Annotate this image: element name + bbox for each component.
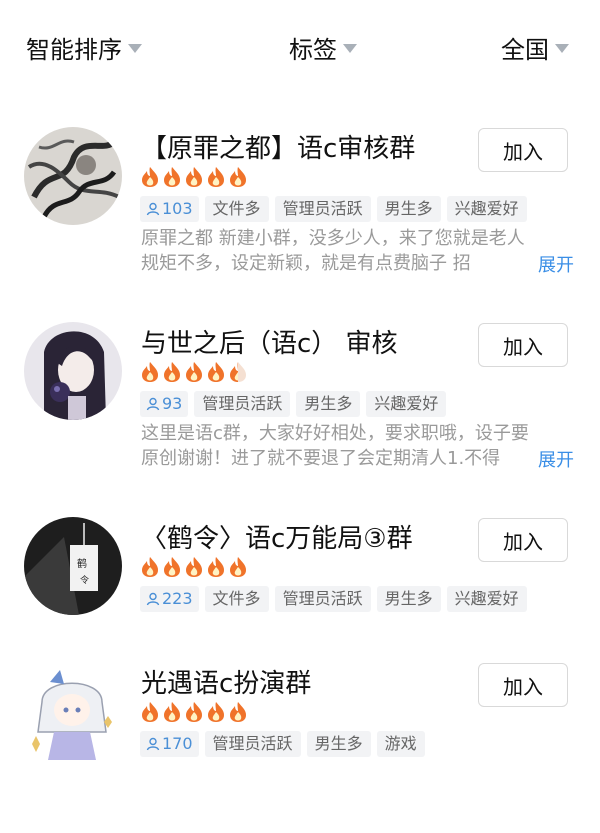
- svg-text:令: 令: [80, 574, 89, 586]
- group-description: 原罪之都 新建小群，没多少人，来了您就是老人 规矩不多，设定新颖，就是有点费脑子…: [141, 228, 525, 274]
- chevron-down-icon: [343, 44, 357, 53]
- svg-text:鹤: 鹤: [77, 557, 87, 570]
- avatar[interactable]: [24, 127, 122, 225]
- tag-list: 170 管理员活跃 男生多 游戏: [140, 731, 425, 757]
- flame-icon: [230, 167, 246, 187]
- flame-icon: [142, 557, 158, 577]
- flame-icon: [230, 362, 246, 382]
- filter-bar: 智能排序 标签 全国: [0, 30, 600, 70]
- flame-icon: [142, 702, 158, 722]
- expand-link[interactable]: 展开: [514, 251, 574, 277]
- sort-filter[interactable]: 智能排序: [26, 30, 142, 65]
- tag: 文件多: [204, 586, 269, 612]
- flame-icon: [208, 167, 224, 187]
- member-count: 103: [140, 196, 199, 222]
- join-button[interactable]: 加入: [478, 128, 568, 172]
- sort-filter-label: 智能排序: [26, 36, 122, 64]
- flame-icon: [230, 557, 246, 577]
- heat-rating: [140, 701, 248, 723]
- tag: 管理员活跃: [274, 196, 371, 222]
- tag: 男生多: [306, 731, 371, 757]
- flame-icon: [142, 362, 158, 382]
- group-name: 【原罪之都】语c审核群: [141, 134, 416, 164]
- person-icon: [146, 397, 160, 411]
- tag-list: 103 文件多 管理员活跃 男生多 兴趣爱好: [140, 196, 527, 222]
- flame-icon: [164, 362, 180, 382]
- region-filter-label: 全国: [501, 36, 549, 64]
- tag: 文件多: [204, 196, 269, 222]
- member-count: 223: [140, 586, 199, 612]
- group-name: 与世之后（语c） 审核: [141, 329, 398, 359]
- group-description: 这里是语c群，大家好好相处，要求职哦，设子要 原创谢谢！进了就不要退了会定期清人…: [141, 423, 529, 469]
- join-button[interactable]: 加入: [478, 663, 568, 707]
- member-count: 93: [140, 391, 189, 417]
- person-icon: [146, 737, 160, 751]
- tag-filter[interactable]: 标签: [289, 30, 357, 65]
- tag: 管理员活跃: [204, 731, 301, 757]
- person-icon: [146, 202, 160, 216]
- flame-icon: [186, 167, 202, 187]
- group-name: 〈鹤令〉语c万能局③群: [141, 524, 413, 554]
- tag-list: 93 管理员活跃 男生多 兴趣爱好: [140, 391, 447, 417]
- tag-filter-label: 标签: [289, 36, 337, 64]
- group-name: 光遇语c扮演群: [141, 669, 312, 699]
- chevron-down-icon: [128, 44, 142, 53]
- heat-rating: [140, 166, 248, 188]
- flame-icon: [186, 702, 202, 722]
- avatar[interactable]: [24, 662, 122, 760]
- heat-rating: [140, 361, 248, 383]
- avatar[interactable]: 鹤 令: [24, 517, 122, 615]
- flame-icon: [208, 702, 224, 722]
- tag: 男生多: [376, 196, 441, 222]
- flame-icon: [142, 167, 158, 187]
- flame-icon: [208, 362, 224, 382]
- tag: 兴趣爱好: [366, 391, 447, 417]
- join-button[interactable]: 加入: [478, 323, 568, 367]
- join-button[interactable]: 加入: [478, 518, 568, 562]
- tag: 兴趣爱好: [446, 196, 527, 222]
- flame-icon: [186, 362, 202, 382]
- group-item[interactable]: 光遇语c扮演群 170 管理员活跃 男生多 游戏 加入: [0, 653, 600, 833]
- tag: 管理员活跃: [194, 391, 291, 417]
- person-icon: [146, 592, 160, 606]
- flame-icon: [164, 167, 180, 187]
- member-count: 170: [140, 731, 199, 757]
- flame-icon: [186, 557, 202, 577]
- group-item[interactable]: 【原罪之都】语c审核群 103 文件多 管理员活跃 男生多 兴趣爱好 原罪之都 …: [0, 118, 600, 298]
- tag: 男生多: [376, 586, 441, 612]
- tag-list: 223 文件多 管理员活跃 男生多 兴趣爱好: [140, 586, 527, 612]
- heat-rating: [140, 556, 248, 578]
- flame-icon: [230, 702, 246, 722]
- tag: 管理员活跃: [274, 586, 371, 612]
- flame-icon: [164, 702, 180, 722]
- expand-link[interactable]: 展开: [514, 446, 574, 472]
- group-item[interactable]: 与世之后（语c） 审核 93 管理员活跃 男生多 兴趣爱好 这里是语c群，大家好…: [0, 313, 600, 493]
- tag: 游戏: [376, 731, 425, 757]
- tag: 兴趣爱好: [446, 586, 527, 612]
- tag: 男生多: [296, 391, 361, 417]
- avatar[interactable]: [24, 322, 122, 420]
- region-filter[interactable]: 全国: [501, 30, 569, 65]
- flame-icon: [164, 557, 180, 577]
- chevron-down-icon: [555, 44, 569, 53]
- flame-icon: [208, 557, 224, 577]
